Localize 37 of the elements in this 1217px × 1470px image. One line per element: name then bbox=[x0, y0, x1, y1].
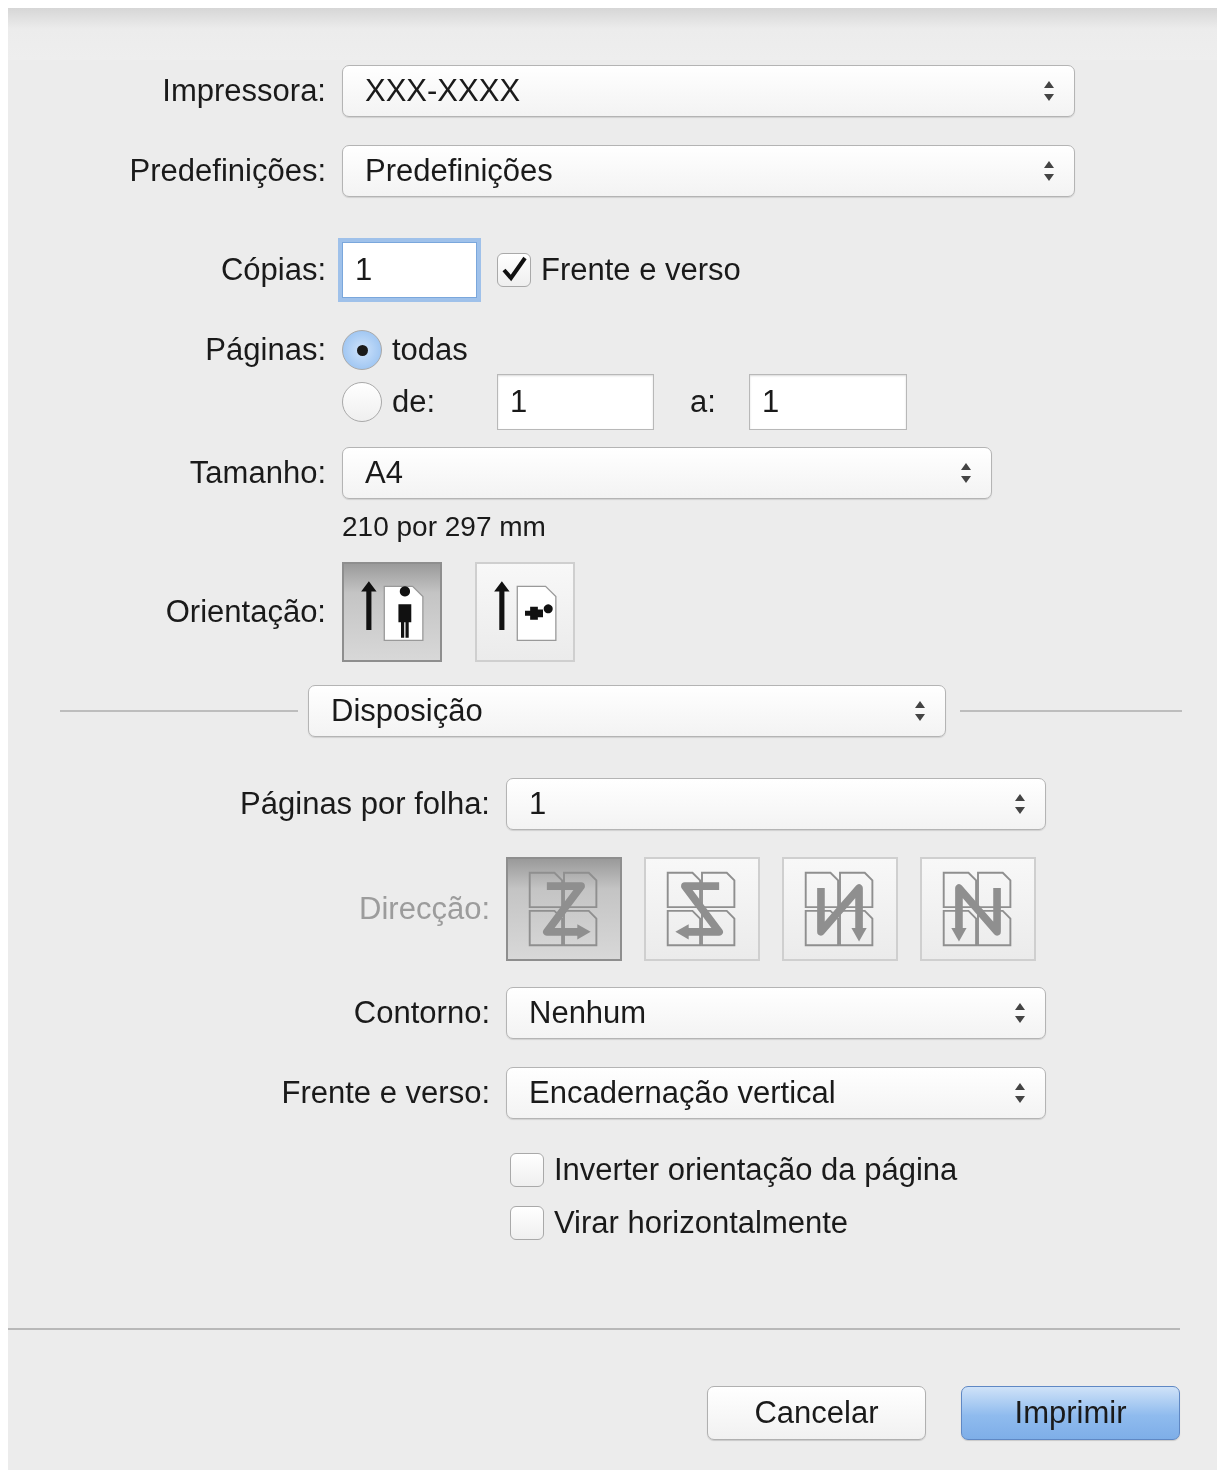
checkbox-label: Inverter orientação da página bbox=[554, 1152, 958, 1188]
field-label: Predefinições: bbox=[128, 153, 326, 189]
presets-dropdown[interactable]: Predefinições bbox=[342, 145, 1075, 197]
checkbox-label: Virar horizontalmente bbox=[554, 1205, 849, 1241]
orientation-button[interactable] bbox=[342, 562, 442, 662]
checkmark-icon bbox=[500, 256, 528, 284]
pages-per-sheet-dropdown[interactable]: 1 bbox=[506, 778, 1046, 830]
cancel-button[interactable]: Cancelar bbox=[707, 1386, 926, 1440]
field-label: Páginas por folha: bbox=[239, 786, 490, 822]
checkbox[interactable] bbox=[497, 253, 531, 287]
print-button[interactable]: Imprimir bbox=[961, 1386, 1180, 1440]
radio-label: de: bbox=[392, 384, 436, 420]
checkbox[interactable] bbox=[510, 1153, 544, 1187]
field-label: Frente e verso: bbox=[280, 1075, 490, 1111]
field-label: Impressora: bbox=[161, 73, 326, 109]
checkbox[interactable] bbox=[510, 1206, 544, 1240]
to-page-field[interactable]: 1 bbox=[748, 374, 907, 430]
field-label: Orientação: bbox=[164, 594, 326, 630]
copies-field[interactable]: 1 bbox=[342, 242, 477, 298]
printer-dropdown[interactable]: XXX-XXXX bbox=[342, 65, 1075, 117]
field-label: a: bbox=[690, 384, 716, 420]
field-label: Contorno: bbox=[352, 995, 490, 1031]
paper-dimensions: 210 por 297 mm bbox=[342, 511, 546, 543]
section-dropdown[interactable]: Disposição bbox=[308, 685, 946, 737]
from-page-field[interactable]: 1 bbox=[497, 374, 655, 430]
radio-button[interactable] bbox=[342, 330, 382, 370]
checkbox-label: Frente e verso bbox=[541, 252, 741, 288]
field-label: Cópias: bbox=[219, 252, 326, 288]
border-dropdown[interactable]: Nenhum bbox=[506, 987, 1046, 1039]
field-label: Tamanho: bbox=[188, 455, 326, 491]
field-label: Páginas: bbox=[204, 332, 326, 368]
radio-button[interactable] bbox=[342, 382, 382, 422]
orientation-button[interactable] bbox=[475, 562, 575, 662]
two-sided-dropdown[interactable]: Encadernação vertical bbox=[506, 1067, 1046, 1119]
field-label: Direcção: bbox=[358, 891, 490, 927]
radio-label: todas bbox=[392, 332, 468, 368]
paper-size-dropdown[interactable]: A4 bbox=[342, 447, 992, 499]
